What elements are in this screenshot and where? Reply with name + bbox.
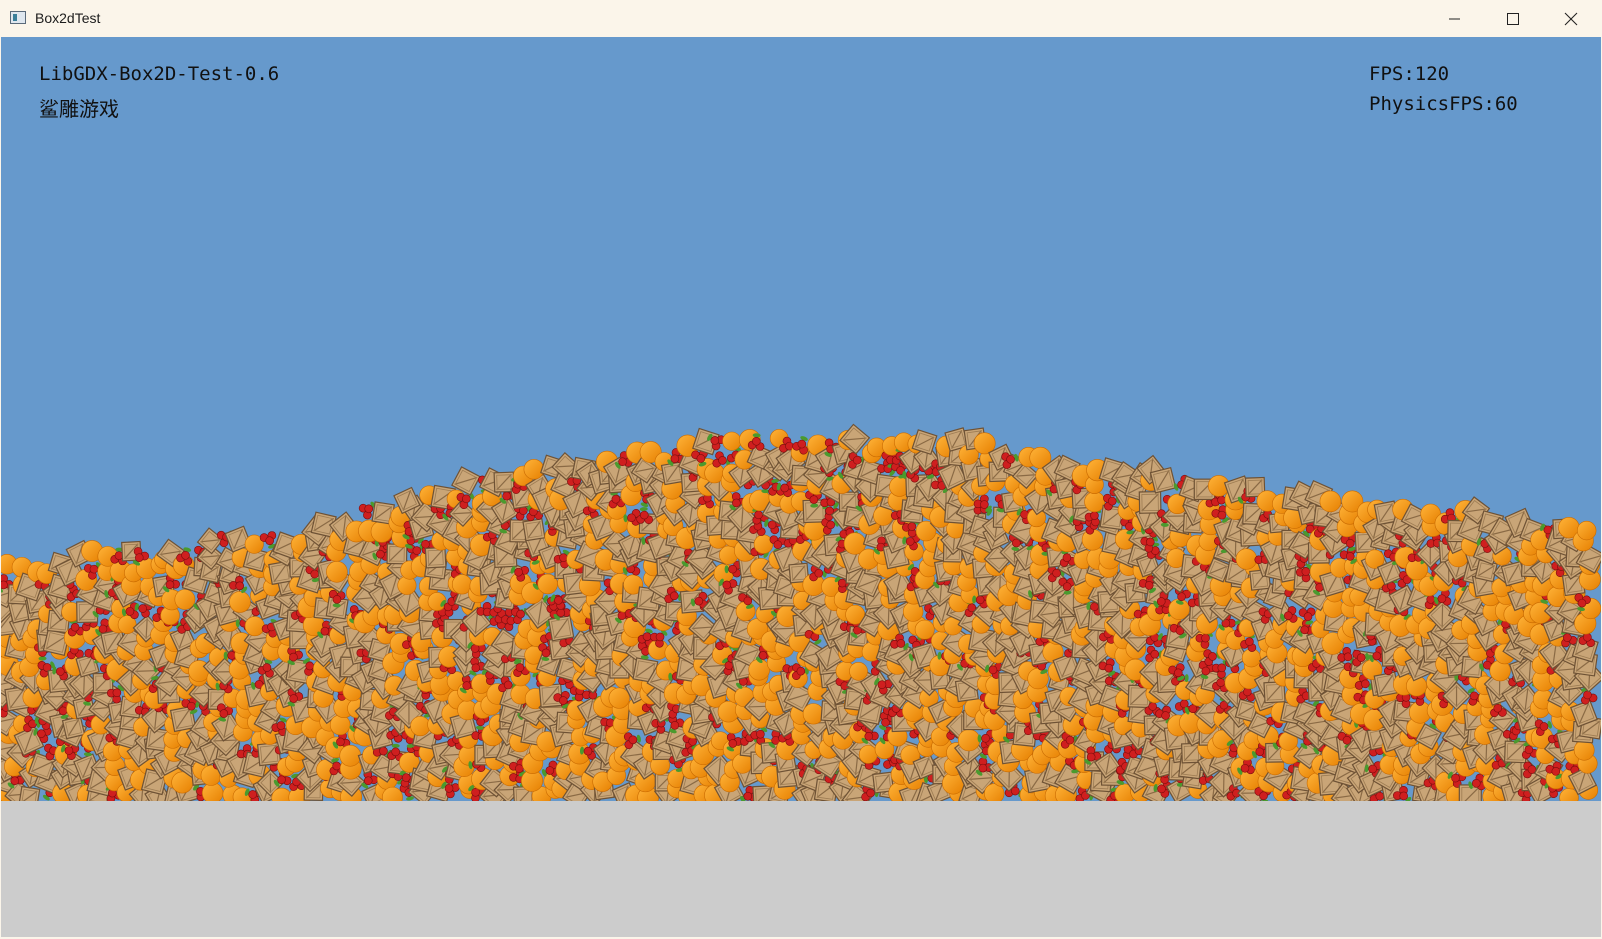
close-button[interactable]	[1542, 0, 1600, 37]
crate	[1503, 740, 1527, 764]
orange	[858, 745, 878, 764]
title-bar[interactable]: Box2dTest	[0, 0, 1602, 37]
orange	[329, 714, 351, 736]
orange	[1235, 548, 1258, 570]
orange	[1084, 491, 1106, 513]
orange	[914, 619, 935, 640]
ground	[1, 801, 1601, 937]
orange	[1319, 490, 1342, 513]
orange	[229, 591, 251, 613]
hud-subtitle: 鲨雕游戏	[39, 97, 119, 121]
close-icon	[1564, 12, 1578, 26]
game-canvas[interactable]: LibGDX-Box2D-Test-0.6 鲨雕游戏 FPS:120 Physi…	[1, 37, 1601, 937]
minimize-button[interactable]	[1426, 0, 1484, 37]
crate	[256, 741, 282, 767]
orange	[802, 703, 825, 725]
crate	[1149, 466, 1177, 494]
crate	[424, 546, 447, 569]
app-window-icon	[10, 11, 26, 24]
maximize-button[interactable]	[1484, 0, 1542, 37]
orange	[849, 661, 868, 681]
orange	[957, 729, 981, 752]
crate	[522, 518, 546, 542]
crate	[61, 715, 86, 740]
crate	[547, 615, 575, 642]
orange	[722, 431, 742, 451]
orange	[608, 687, 630, 709]
minimize-icon	[1449, 18, 1460, 20]
orange	[523, 459, 545, 480]
fps-counter: FPS:120	[1369, 63, 1450, 85]
orange	[1576, 520, 1597, 541]
physics-fps-counter: PhysicsFPS:60	[1369, 93, 1518, 115]
orange	[410, 716, 431, 737]
app-window: Box2dTest LibGDX-Box2D-Test-0.6 鲨雕游戏 FPS…	[0, 0, 1602, 939]
orange	[339, 744, 362, 767]
window-title: Box2dTest	[35, 10, 101, 26]
crate	[1138, 491, 1162, 514]
orange	[244, 616, 265, 637]
maximize-icon	[1507, 13, 1519, 25]
orange	[326, 561, 348, 583]
orange	[753, 534, 774, 554]
hud-title: LibGDX-Box2D-Test-0.6	[39, 63, 280, 85]
crate	[1474, 559, 1498, 583]
